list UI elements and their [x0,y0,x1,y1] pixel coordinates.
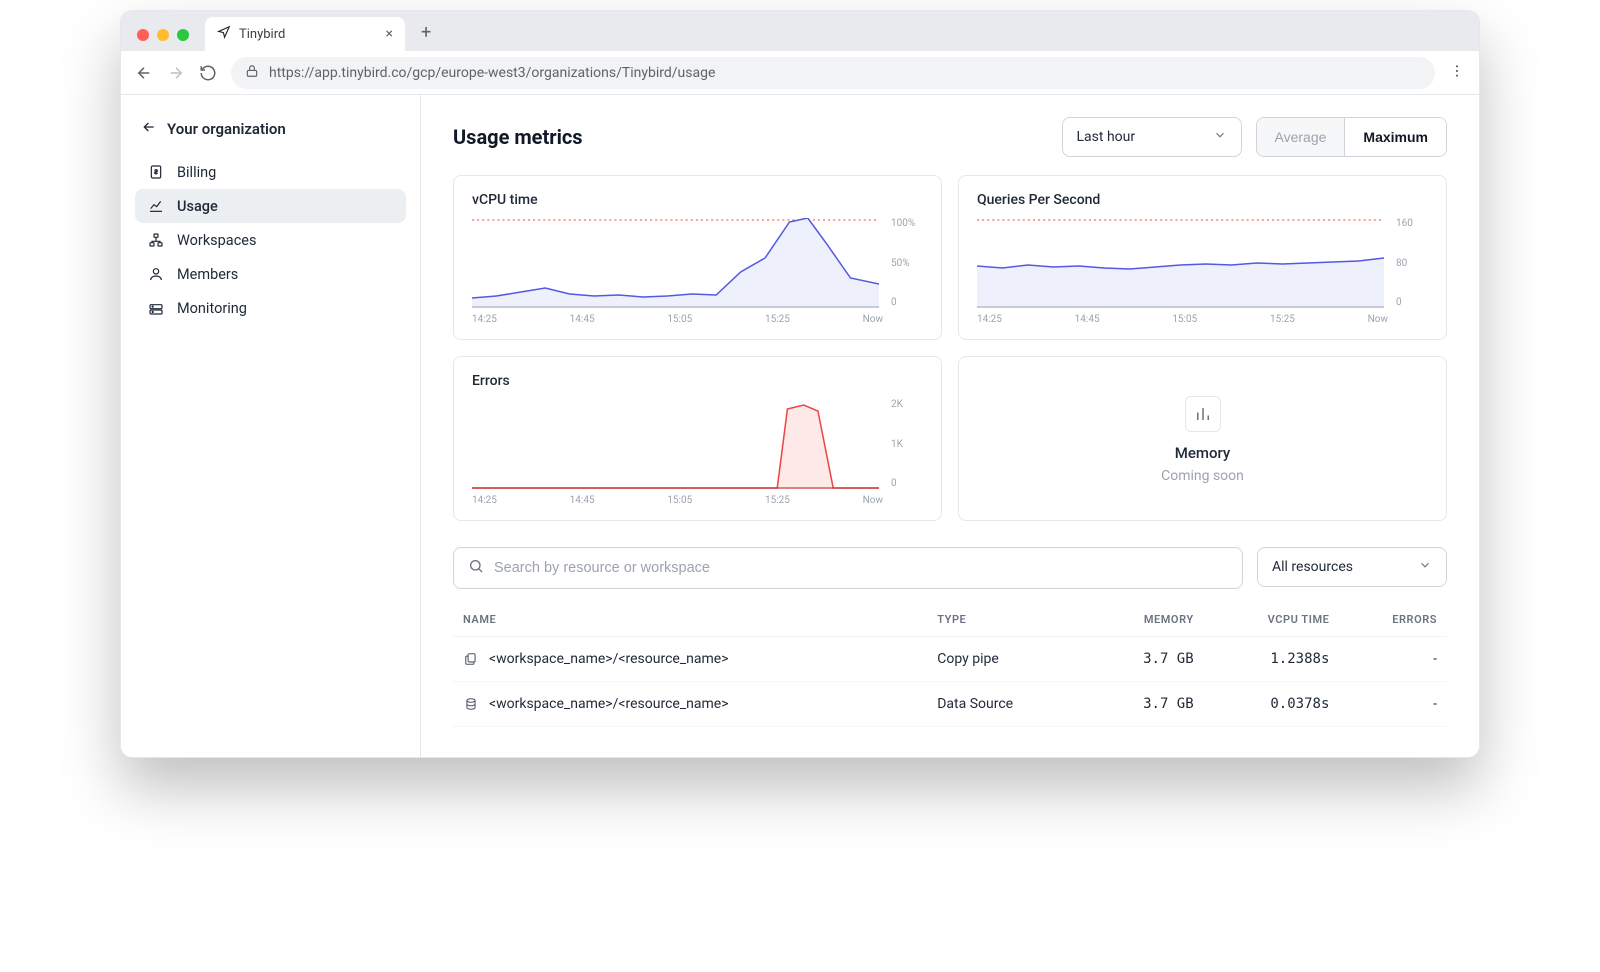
org-tree-icon [147,231,165,249]
sidebar-item-label: Members [177,266,238,283]
errors-xaxis: 14:25 14:45 15:05 15:25 Now [472,489,923,506]
sidebar-item-label: Workspaces [177,232,256,249]
chevron-down-icon [1213,128,1227,146]
resource-vcpu: 0.0378s [1204,682,1340,727]
card-title: Queries Per Second [977,192,1428,208]
resource-errors: - [1339,637,1447,682]
card-errors: Errors 2K 1K 0 1 [453,356,942,521]
new-tab-button[interactable]: + [413,22,439,51]
errors-chart [472,399,879,489]
org-label: Your organization [167,120,286,138]
page-title: Usage metrics [453,125,1048,149]
pipe-icon [463,651,479,667]
browser-tab[interactable]: Tinybird × [205,17,405,51]
resource-vcpu: 1.2388s [1204,637,1340,682]
resource-search-input[interactable] [494,560,1228,576]
sidebar-item-members[interactable]: Members [135,257,406,291]
agg-maximum-button[interactable]: Maximum [1344,118,1446,156]
main-content: Usage metrics Last hour Average Maximum … [421,95,1479,757]
lock-icon [245,64,259,82]
resource-errors: - [1339,682,1447,727]
search-icon [468,558,484,578]
forward-button[interactable] [167,64,185,82]
time-range-value: Last hour [1077,129,1136,145]
dollar-file-icon [147,163,165,181]
reload-button[interactable] [199,64,217,82]
vcpu-chart [472,218,879,308]
sidebar-item-billing[interactable]: Billing [135,155,406,189]
resource-search[interactable] [453,547,1243,589]
browser-tab-bar: Tinybird × + [121,11,1479,51]
qps-chart [977,218,1384,308]
card-qps: Queries Per Second 160 80 0 [958,175,1447,340]
sidebar-item-label: Billing [177,164,216,181]
app-shell: Your organization Billing Usage Workspac… [121,95,1479,757]
table-row[interactable]: <workspace_name>/<resource_name> Copy pi… [453,637,1447,682]
linechart-icon [147,197,165,215]
card-memory: Memory Coming soon [958,356,1447,521]
card-vcpu: vCPU time 100% 50% 0 [453,175,942,340]
browser-address-bar: https://app.tinybird.co/gcp/europe-west3… [121,51,1479,95]
datasource-icon [463,696,479,712]
col-errors[interactable]: ERRORS [1339,599,1447,637]
time-range-select[interactable]: Last hour [1062,117,1242,157]
barchart-icon [1185,396,1221,432]
chevron-down-icon [1418,558,1432,576]
org-header[interactable]: Your organization [135,113,406,155]
sidebar-item-label: Usage [177,198,218,215]
browser-window: Tinybird × + https://app.tinybird.co/gcp… [120,10,1480,758]
memory-subtitle: Coming soon [1161,468,1244,484]
col-vcpu[interactable]: VCPU TIME [1204,599,1340,637]
close-window-icon[interactable] [137,29,149,41]
vcpu-yaxis: 100% 50% 0 [887,218,923,308]
col-name[interactable]: NAME [453,599,927,637]
resource-name: <workspace_name>/<resource_name> [489,696,729,712]
resource-memory: 3.7 GB [1086,637,1203,682]
memory-title: Memory [1175,444,1231,462]
person-icon [147,265,165,283]
qps-xaxis: 14:25 14:45 15:05 15:25 Now [977,308,1428,325]
resource-memory: 3.7 GB [1086,682,1203,727]
main-header: Usage metrics Last hour Average Maximum [453,117,1447,157]
col-type[interactable]: TYPE [927,599,1086,637]
table-row[interactable]: <workspace_name>/<resource_name> Data So… [453,682,1447,727]
chart-cards: vCPU time 100% 50% 0 [453,175,1447,521]
tab-title: Tinybird [239,27,285,42]
table-header-row: NAME TYPE MEMORY VCPU TIME ERRORS [453,599,1447,637]
sidebar-item-usage[interactable]: Usage [135,189,406,223]
errors-yaxis: 2K 1K 0 [887,399,923,489]
minimize-window-icon[interactable] [157,29,169,41]
qps-yaxis: 160 80 0 [1392,218,1428,308]
aggregation-toggle: Average Maximum [1256,117,1447,157]
sidebar-item-workspaces[interactable]: Workspaces [135,223,406,257]
card-title: Errors [472,373,923,389]
sidebar: Your organization Billing Usage Workspac… [121,95,421,757]
resources-table: NAME TYPE MEMORY VCPU TIME ERRORS [453,599,1447,727]
maximize-window-icon[interactable] [177,29,189,41]
close-tab-icon[interactable]: × [386,26,393,42]
sidebar-item-monitoring[interactable]: Monitoring [135,291,406,325]
resources-toolbar: All resources [453,547,1447,589]
agg-average-button[interactable]: Average [1257,118,1345,156]
window-controls [133,29,197,51]
monitor-icon [147,299,165,317]
col-memory[interactable]: MEMORY [1086,599,1203,637]
back-button[interactable] [135,64,153,82]
back-arrow-icon [141,119,157,139]
resource-name: <workspace_name>/<resource_name> [489,651,729,667]
card-title: vCPU time [472,192,923,208]
tab-favicon [217,25,231,43]
url-input[interactable]: https://app.tinybird.co/gcp/europe-west3… [231,57,1435,89]
url-text: https://app.tinybird.co/gcp/europe-west3… [269,65,715,81]
sidebar-item-label: Monitoring [177,300,247,317]
vcpu-xaxis: 14:25 14:45 15:05 15:25 Now [472,308,923,325]
resource-filter-value: All resources [1272,559,1353,575]
resource-filter-select[interactable]: All resources [1257,547,1447,587]
browser-menu-button[interactable] [1449,63,1465,83]
resource-type: Data Source [927,682,1086,727]
resource-type: Copy pipe [927,637,1086,682]
